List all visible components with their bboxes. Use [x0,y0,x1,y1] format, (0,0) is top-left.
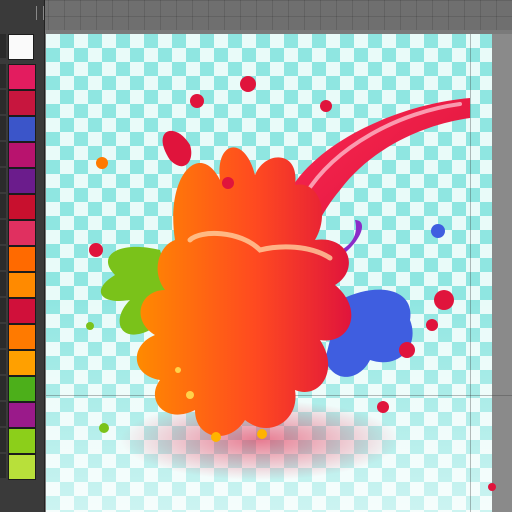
green-droplet [99,423,109,433]
paint-splash-artwork [86,76,496,491]
yellow-droplet [257,429,267,439]
blue-droplet [431,224,445,238]
red-droplet-large [162,130,192,167]
green-droplet [86,322,94,330]
red-droplet [426,319,438,331]
red-droplet [377,401,389,413]
red-droplet [434,290,454,310]
red-droplet [399,342,415,358]
red-droplet [190,94,204,108]
red-droplet [488,483,496,491]
red-droplet [89,243,103,257]
red-droplet [240,76,256,92]
yellow-droplet [186,391,194,399]
red-droplet [320,100,332,112]
red-droplet [222,177,234,189]
yellow-droplet [175,367,181,373]
orange-droplet [96,157,108,169]
yellow-droplet [211,432,221,442]
